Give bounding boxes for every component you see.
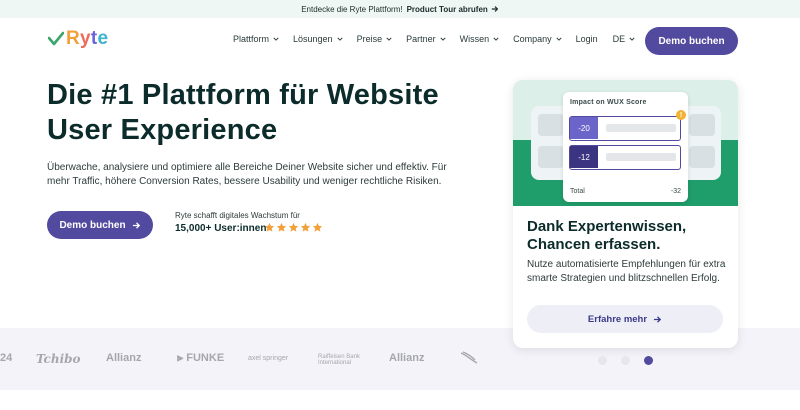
alert-badge: !: [676, 110, 686, 120]
announcement-bar: Entdecke die Ryte Plattform! Product Tou…: [0, 0, 800, 18]
minus-tile-icon: [689, 114, 715, 136]
language-label: DE: [612, 34, 626, 44]
star-icon: [300, 222, 311, 232]
logo-24: 24: [0, 352, 13, 364]
main-nav: Plattform Lösungen Preise Partner Wissen…: [233, 34, 649, 44]
chevron-down-icon: [273, 37, 279, 41]
hero-title: Die #1 Plattform für Website User Experi…: [47, 78, 467, 148]
ryte-logo[interactable]: Ryte: [48, 28, 108, 50]
wux-row: -20: [569, 116, 681, 141]
card-title: Dank Expertenwissen, Chancen erfassen.: [527, 218, 727, 254]
login-link[interactable]: Login: [576, 34, 598, 44]
wux-total-label: Total: [570, 188, 585, 195]
nav-label: Plattform: [233, 34, 270, 44]
chevron-down-icon: [629, 37, 635, 41]
nav-item-preise[interactable]: Preise: [357, 34, 393, 44]
card-text: Nutze automatisierte Empfehlungen für ex…: [527, 259, 726, 284]
chevron-down-icon: [336, 37, 343, 41]
logo-funke: ⫸ FUNKE: [177, 352, 224, 365]
nav-label: Preise: [356, 34, 383, 44]
nav-label: Company: [513, 34, 552, 44]
carousel-dot-1[interactable]: [598, 356, 607, 365]
wux-total-value: -32: [670, 188, 681, 195]
site-header: Ryte Plattform Lösungen Preise Partner W…: [0, 18, 800, 64]
checkmark-logo-icon: [48, 31, 64, 46]
star-icon: [288, 222, 299, 232]
wing-logo-icon: [460, 351, 478, 364]
hero-subtitle: Überwache, analysiere und optimiere alle…: [47, 162, 447, 187]
wux-score-widget: Impact on WUX Score -20 -12 Total -32: [563, 92, 688, 202]
wux-row-value: -12: [570, 146, 598, 168]
nav-label: Partner: [406, 34, 436, 44]
users-count: 15,000+ User:innen: [175, 223, 267, 234]
hero-demo-button[interactable]: Demo buchen: [47, 211, 153, 239]
announcement-text: Entdecke die Ryte Plattform!: [301, 4, 403, 14]
carousel-dot-2[interactable]: [621, 356, 630, 365]
logo-tchibo: Tchibo: [36, 352, 81, 366]
hero-title-line1: Die #1 Plattform für Website: [47, 79, 439, 111]
nav-item-loesungen[interactable]: Lösungen: [293, 34, 343, 44]
funke-icon: ⫸: [177, 352, 187, 364]
logo-funke-label: FUNKE: [186, 352, 225, 364]
rating-stars: [264, 222, 323, 233]
learn-more-label: Erfahre mehr: [587, 313, 648, 325]
equals-tile-icon: [689, 146, 715, 168]
chevron-down-icon: [440, 37, 446, 41]
logo-raiffeisen: Raiffeisen Bank International: [318, 354, 360, 366]
nav-item-wissen[interactable]: Wissen: [460, 34, 500, 44]
hero-demo-label: Demo buchen: [59, 219, 126, 231]
wux-row-bar: [606, 153, 676, 161]
logo-allianz-2: Allianz: [389, 352, 425, 364]
plus-tile-icon: [538, 114, 564, 136]
language-selector[interactable]: DE: [613, 34, 636, 44]
wux-row: -12: [569, 145, 681, 170]
wux-row-bar: [606, 124, 676, 132]
wux-title: Impact on WUX Score: [570, 99, 647, 106]
multiply-tile-icon: [538, 146, 564, 168]
star-icon: [312, 222, 323, 232]
wux-illustration: Impact on WUX Score -20 -12 Total -32 !: [513, 80, 738, 206]
learn-more-button[interactable]: Erfahre mehr: [527, 305, 723, 333]
arrow-right-icon: [491, 6, 499, 12]
arrow-right-icon: [653, 315, 662, 323]
header-demo-button[interactable]: Demo buchen: [645, 27, 738, 55]
product-tour-label: Product Tour abrufen: [406, 4, 488, 14]
hero-title-line2: User Experience: [47, 114, 278, 146]
chevron-down-icon: [556, 37, 562, 41]
wux-row-value: -20: [570, 117, 598, 139]
nav-label: Lösungen: [293, 34, 333, 44]
star-icon: [276, 222, 287, 232]
star-icon: [264, 222, 275, 232]
chevron-down-icon: [386, 37, 392, 41]
logo-allianz: Allianz: [106, 352, 142, 364]
logo-axel-springer: axel springer: [248, 355, 289, 362]
carousel-dot-3[interactable]: [644, 356, 653, 365]
logo-wordmark: Ryte: [66, 28, 109, 49]
arrow-right-icon: [132, 221, 140, 229]
nav-item-partner[interactable]: Partner: [406, 34, 446, 44]
nav-label: Wissen: [459, 34, 490, 44]
chevron-down-icon: [493, 37, 499, 41]
nav-item-company[interactable]: Company: [513, 34, 562, 44]
card-title-line1: Dank Expertenwissen,: [527, 218, 687, 235]
carousel-dots: [598, 356, 653, 365]
growth-text: Ryte schafft digitales Wachstum für: [175, 211, 300, 220]
nav-item-plattform[interactable]: Plattform: [233, 34, 279, 44]
feature-card: Impact on WUX Score -20 -12 Total -32 ! …: [513, 80, 738, 348]
card-title-line2: Chancen erfassen.: [527, 236, 661, 253]
product-tour-link[interactable]: Product Tour abrufen: [407, 5, 499, 14]
